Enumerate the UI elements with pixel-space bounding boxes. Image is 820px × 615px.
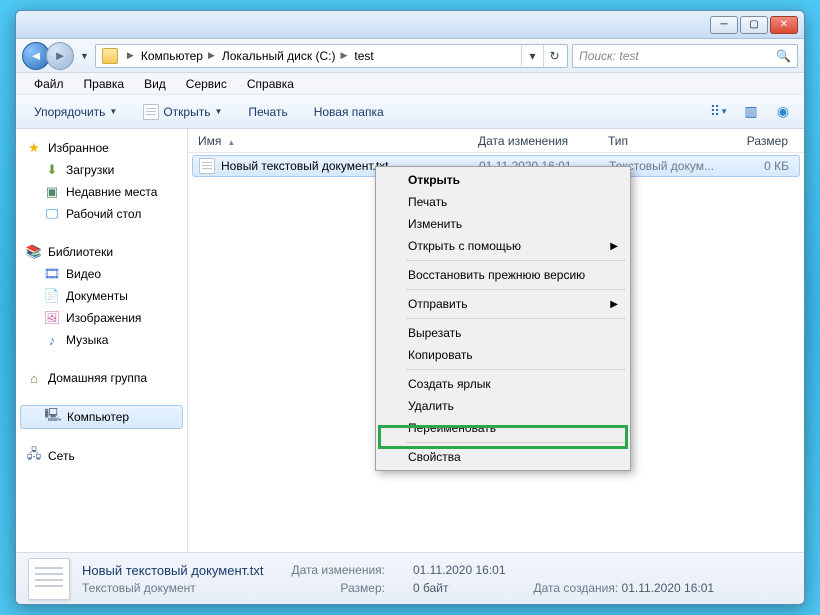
- organize-button[interactable]: Упорядочить ▼: [26, 101, 125, 123]
- context-print[interactable]: Печать: [378, 191, 628, 213]
- context-delete[interactable]: Удалить: [378, 395, 628, 417]
- menu-bar: Файл Правка Вид Сервис Справка: [16, 73, 804, 95]
- titlebar[interactable]: ─ ▢ ✕: [16, 11, 804, 39]
- help-button[interactable]: ◉: [772, 102, 794, 122]
- details-pane: Новый текстовый документ.txt Дата измене…: [16, 552, 804, 604]
- submenu-arrow-icon: ▶: [610, 241, 618, 252]
- breadcrumb-computer[interactable]: Компьютер▶: [139, 49, 220, 63]
- sidebar-item-pictures[interactable]: 🖼Изображения: [16, 307, 187, 329]
- sidebar-network[interactable]: 🖧Сеть: [16, 445, 187, 467]
- column-size[interactable]: Размер: [718, 134, 798, 148]
- address-dropdown-icon[interactable]: ▾: [521, 45, 543, 67]
- sidebar-item-music[interactable]: ♪Музыка: [16, 329, 187, 351]
- sidebar-item-downloads[interactable]: ⬇Загрузки: [16, 159, 187, 181]
- sidebar-item-documents[interactable]: 📄Документы: [16, 285, 187, 307]
- new-folder-button[interactable]: Новая папка: [306, 101, 392, 123]
- recent-icon: ▣: [44, 184, 60, 200]
- nav-bar: ◄ ► ▼ ▶ Компьютер▶ Локальный диск (C:)▶ …: [16, 39, 804, 73]
- status-modified-value: 01.11.2020 16:01: [413, 563, 506, 577]
- navigation-pane[interactable]: ★Избранное ⬇Загрузки ▣Недавние места 🖵Ра…: [16, 129, 188, 552]
- menu-view[interactable]: Вид: [134, 74, 176, 94]
- music-icon: ♪: [44, 332, 60, 348]
- network-icon: 🖧: [26, 448, 42, 464]
- column-name[interactable]: Имя▲: [188, 134, 468, 148]
- downloads-icon: ⬇: [44, 162, 60, 178]
- column-date[interactable]: Дата изменения: [468, 134, 598, 148]
- maximize-button[interactable]: ▢: [740, 16, 768, 34]
- breadcrumb-folder[interactable]: test: [352, 49, 375, 63]
- refresh-button[interactable]: ↻: [543, 45, 565, 67]
- status-created-value: 01.11.2020 16:01: [622, 581, 715, 595]
- status-filetype: Текстовый документ: [82, 581, 263, 595]
- file-size: 0 КБ: [719, 159, 799, 173]
- history-dropdown-icon[interactable]: ▼: [78, 51, 91, 61]
- open-button[interactable]: Открыть ▼: [135, 100, 230, 124]
- context-separator: [406, 442, 626, 443]
- documents-icon: 📄: [44, 288, 60, 304]
- preview-pane-button[interactable]: ▥: [740, 102, 762, 122]
- status-filename: Новый текстовый документ.txt: [82, 563, 263, 578]
- file-thumbnail-icon: [28, 558, 70, 600]
- context-edit[interactable]: Изменить: [378, 213, 628, 235]
- status-size-label: Размер:: [291, 581, 385, 595]
- computer-icon: 🖳: [45, 409, 61, 425]
- submenu-arrow-icon: ▶: [610, 299, 618, 310]
- sidebar-item-videos[interactable]: 🎞Видео: [16, 263, 187, 285]
- sidebar-favorites[interactable]: ★Избранное: [16, 137, 187, 159]
- context-separator: [406, 318, 626, 319]
- context-separator: [406, 260, 626, 261]
- menu-edit[interactable]: Правка: [74, 74, 135, 94]
- column-type[interactable]: Тип: [598, 134, 718, 148]
- context-menu: Открыть Печать Изменить Открыть с помощь…: [375, 166, 631, 471]
- search-icon[interactable]: 🔍: [776, 49, 791, 63]
- sidebar-item-recent[interactable]: ▣Недавние места: [16, 181, 187, 203]
- sidebar-homegroup[interactable]: ⌂Домашняя группа: [16, 367, 187, 389]
- folder-icon: [102, 48, 118, 64]
- star-icon: ★: [26, 140, 42, 156]
- context-open-with[interactable]: Открыть с помощью▶: [378, 235, 628, 257]
- close-button[interactable]: ✕: [770, 16, 798, 34]
- forward-button[interactable]: ►: [46, 42, 74, 70]
- context-separator: [406, 369, 626, 370]
- context-cut[interactable]: Вырезать: [378, 322, 628, 344]
- context-restore[interactable]: Восстановить прежнюю версию: [378, 264, 628, 286]
- menu-tools[interactable]: Сервис: [176, 74, 237, 94]
- libraries-icon: 📚: [26, 244, 42, 260]
- context-properties[interactable]: Свойства: [378, 446, 628, 468]
- sidebar-item-computer[interactable]: 🖳Компьютер: [20, 405, 183, 429]
- text-file-icon: [199, 158, 215, 174]
- print-button[interactable]: Печать: [240, 101, 295, 123]
- sidebar-item-desktop[interactable]: 🖵Рабочий стол: [16, 203, 187, 225]
- sidebar-libraries[interactable]: 📚Библиотеки: [16, 241, 187, 263]
- context-open[interactable]: Открыть: [378, 169, 628, 191]
- context-separator: [406, 289, 626, 290]
- menu-help[interactable]: Справка: [237, 74, 304, 94]
- column-headers: Имя▲ Дата изменения Тип Размер: [188, 129, 804, 153]
- view-options-button[interactable]: ⠿ ▼: [708, 102, 730, 122]
- minimize-button[interactable]: ─: [710, 16, 738, 34]
- toolbar: Упорядочить ▼ Открыть ▼ Печать Новая пап…: [16, 95, 804, 129]
- breadcrumb-drive[interactable]: Локальный диск (C:)▶: [220, 49, 352, 63]
- context-send-to[interactable]: Отправить▶: [378, 293, 628, 315]
- context-rename[interactable]: Переименовать: [378, 417, 628, 439]
- status-size-value: 0 байт: [413, 581, 506, 595]
- status-modified-label: Дата изменения:: [291, 563, 385, 577]
- menu-file[interactable]: Файл: [24, 74, 74, 94]
- document-icon: [143, 104, 159, 120]
- video-icon: 🎞: [44, 266, 60, 282]
- search-placeholder: Поиск: test: [579, 49, 639, 63]
- context-copy[interactable]: Копировать: [378, 344, 628, 366]
- sort-indicator-icon: ▲: [227, 138, 235, 147]
- address-bar[interactable]: ▶ Компьютер▶ Локальный диск (C:)▶ test ▾…: [95, 44, 568, 68]
- breadcrumb-root-arrow[interactable]: ▶: [122, 50, 139, 61]
- status-created-label: Дата создания:: [534, 581, 619, 595]
- context-create-shortcut[interactable]: Создать ярлык: [378, 373, 628, 395]
- file-name: Новый текстовый документ.txt: [221, 159, 389, 173]
- desktop-icon: 🖵: [44, 206, 60, 222]
- search-input[interactable]: Поиск: test 🔍: [572, 44, 798, 68]
- pictures-icon: 🖼: [44, 310, 60, 326]
- homegroup-icon: ⌂: [26, 370, 42, 386]
